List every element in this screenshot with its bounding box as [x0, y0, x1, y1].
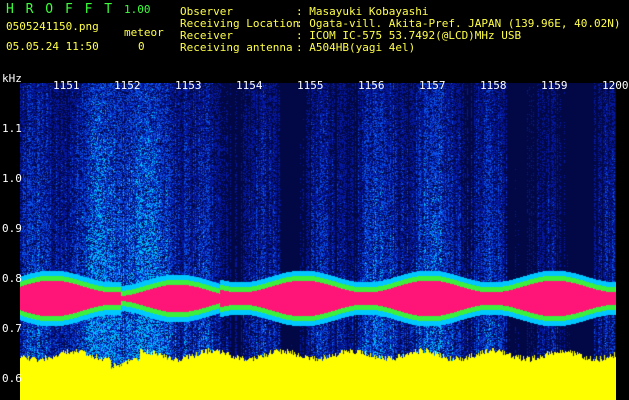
x-tick-label: 1154: [236, 79, 263, 92]
x-tick-label: 1200: [602, 79, 629, 92]
x-tick-label: 1156: [358, 79, 385, 92]
datetime-label: 05.05.24 11:50: [6, 40, 99, 53]
spectrogram-canvas: [20, 83, 616, 400]
x-tick-label: 1153: [175, 79, 202, 92]
app-title: H R O F F T: [6, 2, 115, 17]
filename-label: 0505241150.png: [6, 20, 99, 33]
x-tick-label: 1158: [480, 79, 507, 92]
x-tick-label: 1151: [53, 79, 80, 92]
x-tick-label: 1155: [297, 79, 324, 92]
y-axis-unit: kHz: [2, 72, 22, 85]
y-tick-label: 1.1: [2, 122, 22, 135]
antenna-value: : A504HB(yagi 4el): [296, 41, 416, 54]
y-tick-label: 0.6: [2, 372, 22, 385]
y-tick-label: 0.9: [2, 222, 22, 235]
app-version: 1.00: [124, 3, 151, 16]
receiver-value: : ICOM IC-575 53.7492(@LCD)MHz USB: [296, 29, 522, 42]
receiver-label: Receiver: [180, 29, 233, 42]
counter-label: meteor: [124, 26, 164, 39]
x-tick-label: 1159: [541, 79, 568, 92]
x-tick-label: 1157: [419, 79, 446, 92]
y-tick-label: 1.0: [2, 172, 22, 185]
x-tick-label: 1152: [114, 79, 141, 92]
y-tick-label: 0.8: [2, 272, 22, 285]
location-value: : Ogata-vill. Akita-Pref. JAPAN (139.96E…: [296, 17, 621, 30]
observer-label: Observer: [180, 5, 233, 18]
y-tick-label: 0.7: [2, 322, 22, 335]
observer-value: : Masayuki Kobayashi: [296, 5, 429, 18]
counter-value: 0: [138, 40, 145, 53]
location-label: Receiving Location: [180, 17, 300, 30]
antenna-label: Receiving antenna: [180, 41, 293, 54]
